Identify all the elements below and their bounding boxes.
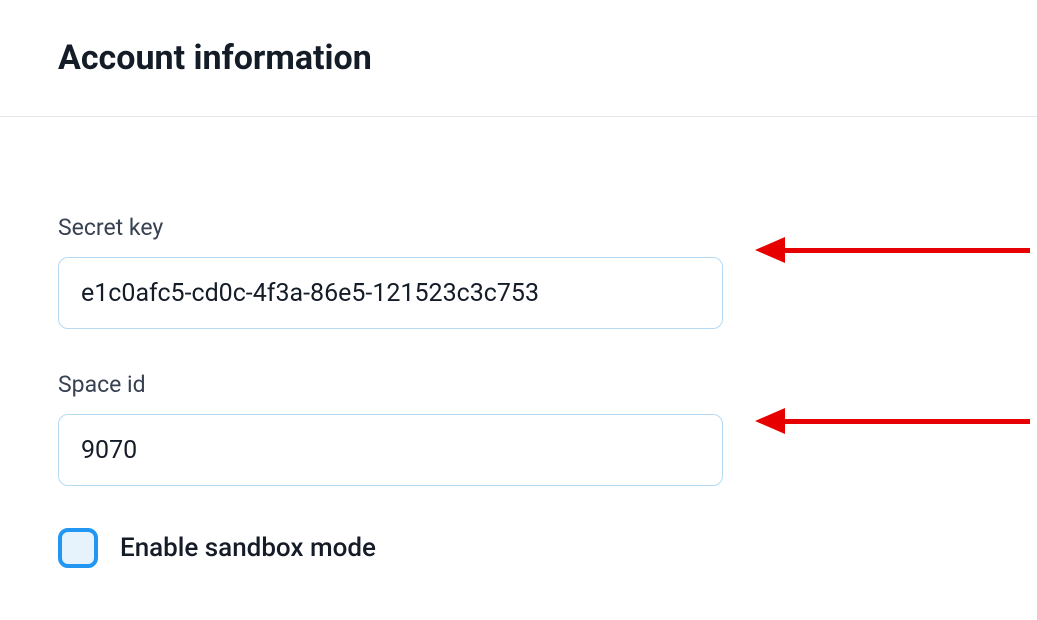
- arrow-line: [785, 419, 1030, 424]
- secret-key-input[interactable]: [58, 257, 723, 329]
- arrow-left-icon: [755, 408, 785, 434]
- annotation-arrow-space-id: [755, 408, 1030, 434]
- annotation-arrow-secret-key: [755, 237, 1030, 263]
- secret-key-field-group: Secret key: [58, 214, 979, 329]
- arrow-line: [785, 248, 1030, 253]
- section-divider: [0, 116, 1037, 117]
- sandbox-checkbox-row: Enable sandbox mode: [58, 528, 979, 568]
- space-id-input[interactable]: [58, 414, 723, 486]
- section-title: Account information: [58, 38, 979, 78]
- space-id-label: Space id: [58, 371, 979, 398]
- arrow-left-icon: [755, 237, 785, 263]
- sandbox-checkbox-label: Enable sandbox mode: [120, 533, 376, 563]
- sandbox-checkbox[interactable]: [58, 528, 98, 568]
